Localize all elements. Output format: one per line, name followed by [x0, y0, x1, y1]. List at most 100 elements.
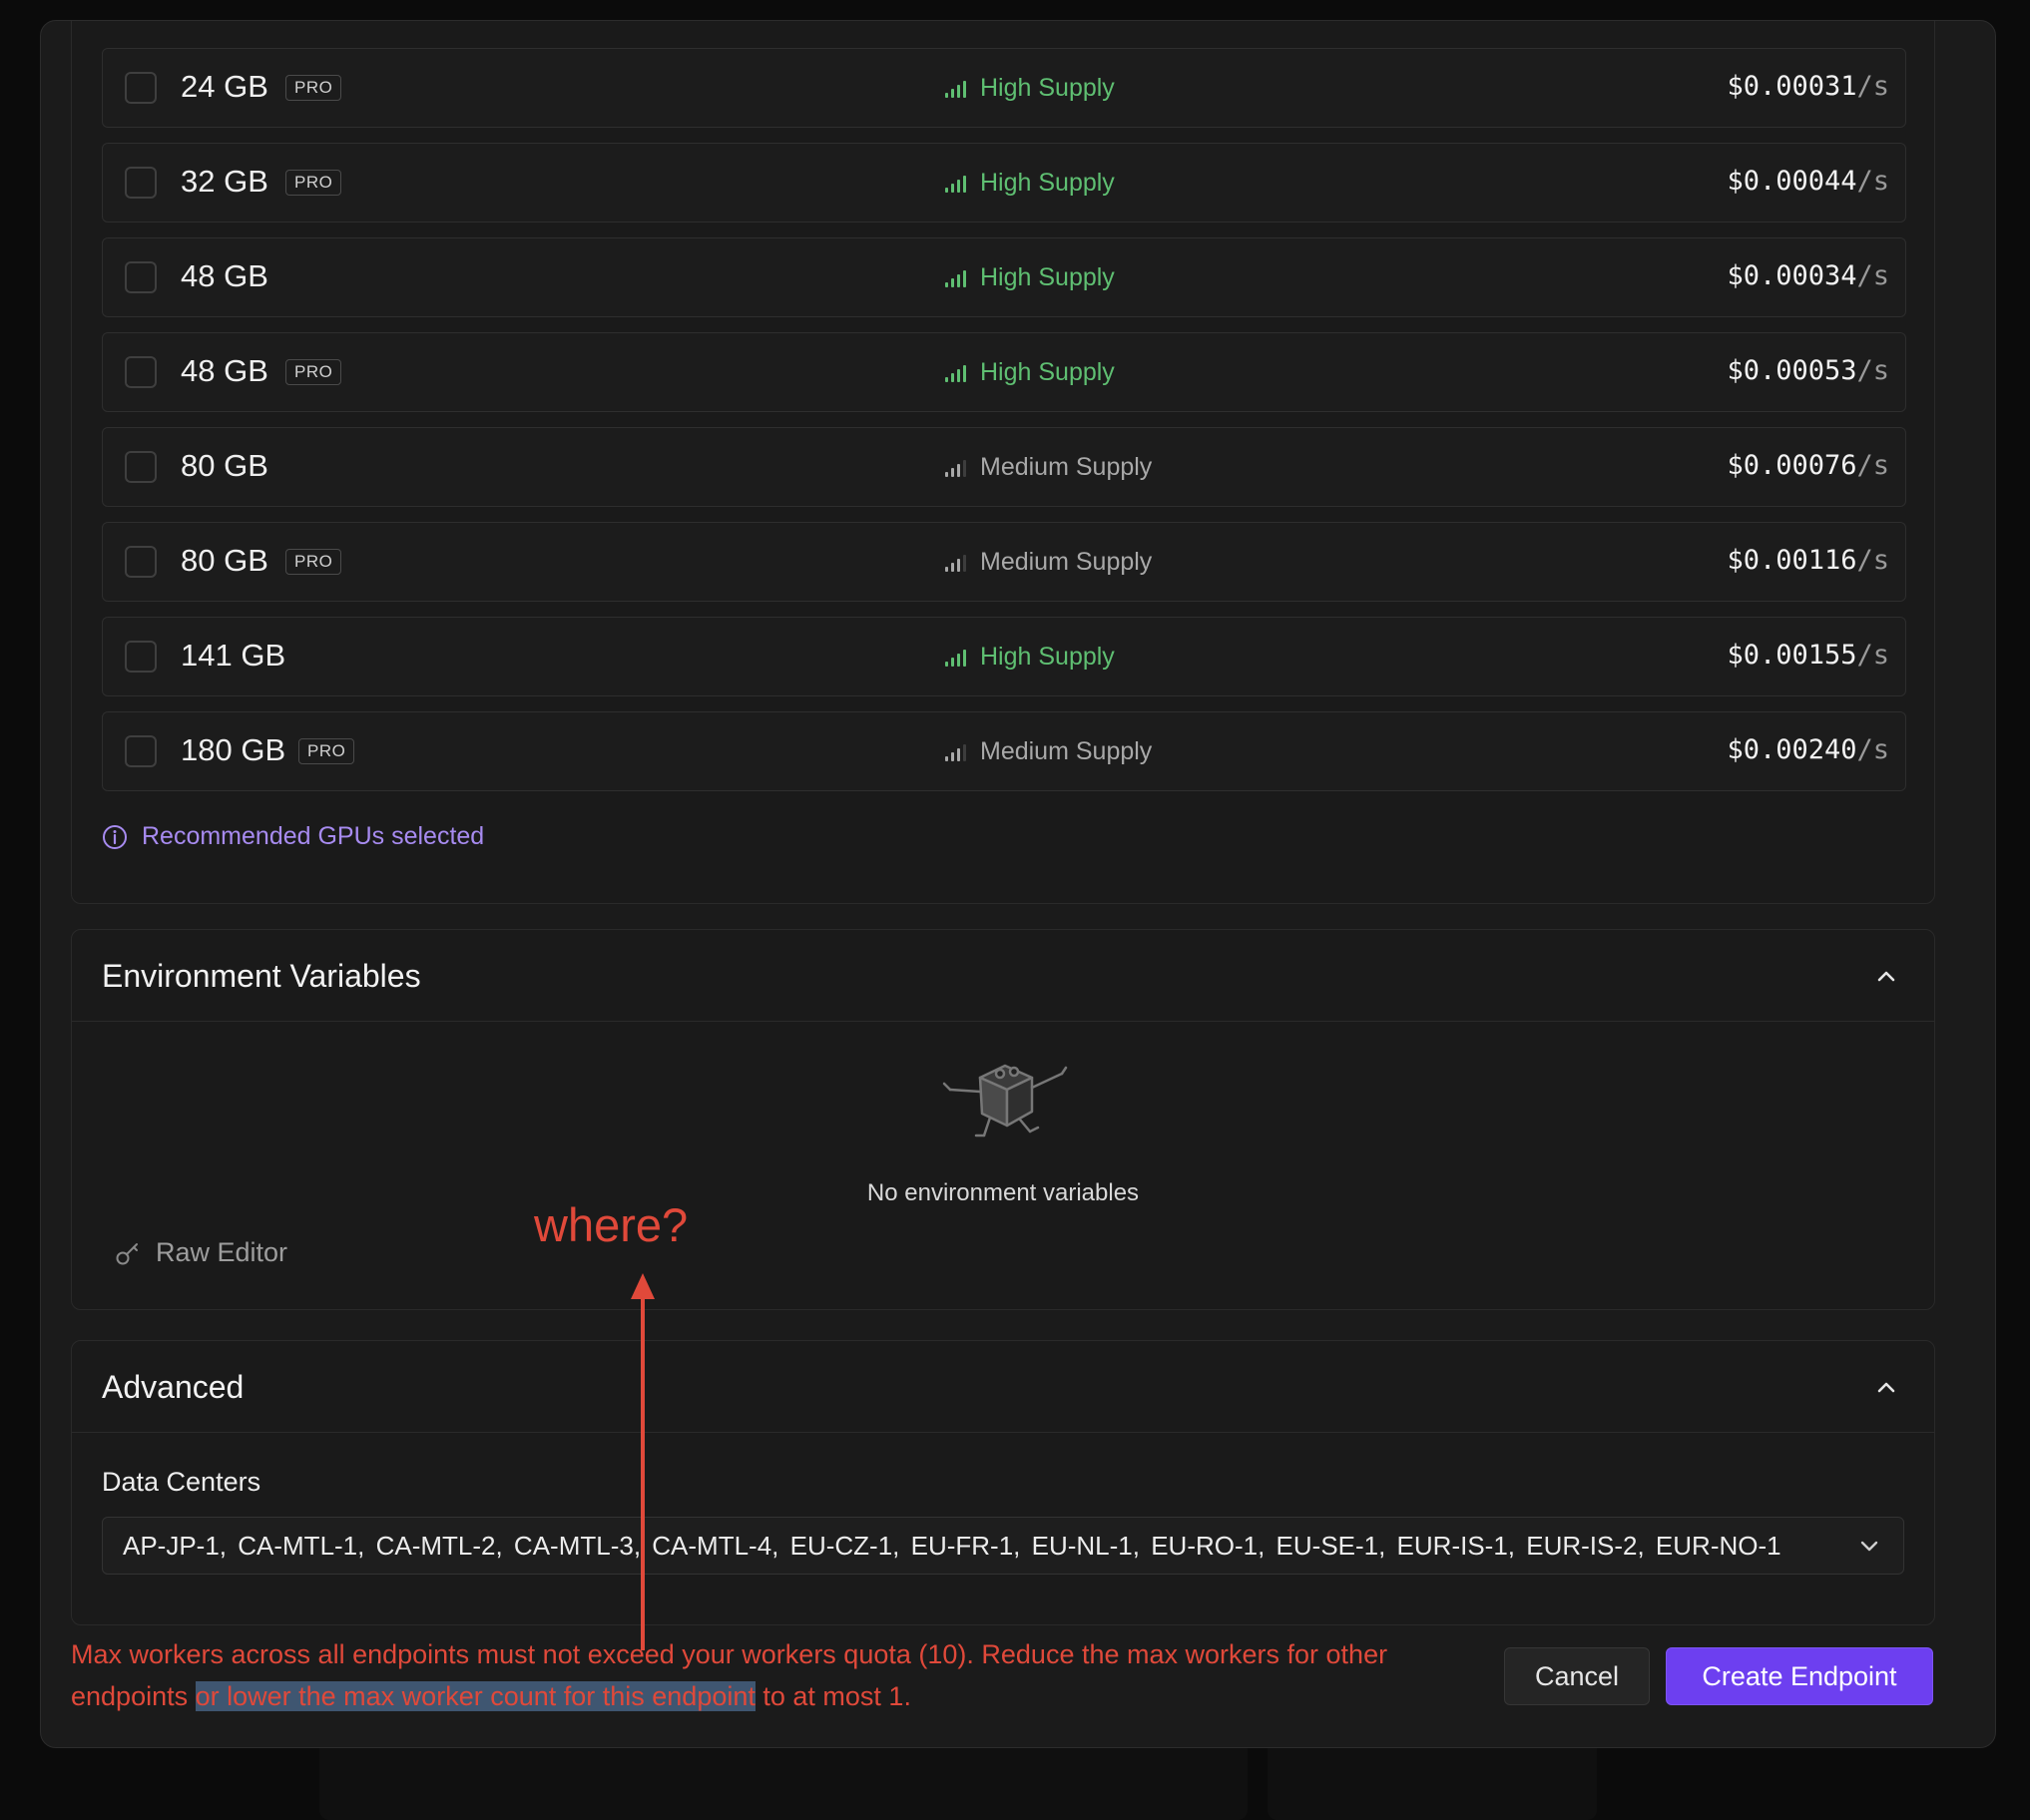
price-unit: /s — [1856, 166, 1889, 197]
gpu-price: $0.00031/s — [1727, 71, 1889, 102]
raw-editor-label: Raw Editor — [156, 1237, 288, 1267]
gpu-checkbox[interactable] — [125, 641, 157, 673]
supply-label: Medium Supply — [980, 547, 1153, 576]
signal-bars-icon — [945, 555, 966, 572]
gpu-checkbox[interactable] — [125, 72, 157, 104]
price-value: $0.00031 — [1727, 71, 1857, 102]
gpu-row[interactable]: 48 GB PRO High Supply $0.00053/s — [102, 332, 1906, 412]
gpu-price: $0.00240/s — [1727, 734, 1889, 765]
supply-indicator: High Supply — [944, 71, 1115, 105]
gpu-price: $0.00044/s — [1727, 166, 1889, 197]
gpu-checkbox[interactable] — [125, 735, 157, 767]
price-value: $0.00076 — [1727, 450, 1857, 481]
error-text: to at most 1. — [755, 1681, 911, 1711]
chevron-up-icon[interactable] — [1874, 964, 1898, 988]
gpu-row[interactable]: 48 GB High Supply $0.00034/s — [102, 237, 1906, 317]
signal-bars-icon — [945, 81, 966, 98]
gpu-memory: 48 GB — [181, 258, 268, 293]
advanced-header[interactable]: Advanced — [72, 1341, 1934, 1433]
empty-state-text: No environment variables — [866, 1179, 1140, 1206]
supply-label: High Supply — [980, 642, 1115, 671]
gpu-memory: 32 GB — [181, 164, 268, 199]
error-message: Max workers across all endpoints must no… — [71, 1633, 1508, 1717]
pro-badge: PRO — [298, 738, 355, 764]
backdrop-panel — [1268, 1736, 1597, 1820]
supply-label: High Supply — [980, 73, 1115, 102]
gpu-checkbox[interactable] — [125, 546, 157, 578]
gpu-price: $0.00034/s — [1727, 260, 1889, 291]
recommendation-note: Recommended GPUs selected — [102, 822, 484, 851]
signal-bars-icon — [945, 650, 966, 667]
data-centers-value: AP-JP-1, CA-MTL-1, CA-MTL-2, CA-MTL-3, C… — [123, 1531, 1781, 1561]
empty-box-illustration-icon — [942, 1064, 1068, 1138]
gpu-price: $0.00053/s — [1727, 355, 1889, 386]
gpu-row[interactable]: 180 GB PRO Medium Supply $0.00240/s — [102, 711, 1906, 791]
signal-bars-icon — [945, 270, 966, 287]
supply-indicator: High Supply — [944, 355, 1115, 389]
info-icon — [103, 824, 127, 849]
gpu-row[interactable]: 32 GB PRO High Supply $0.00044/s — [102, 143, 1906, 223]
supply-indicator: High Supply — [944, 640, 1115, 674]
create-endpoint-modal: 24 GB PRO High Supply $0.00031/s 32 GB PRO Hig… — [40, 20, 1996, 1748]
gpu-memory: 80 GB — [181, 543, 268, 578]
error-text-highlighted: or lower the max worker count for this e… — [195, 1681, 756, 1711]
price-unit: /s — [1856, 355, 1889, 386]
price-unit: /s — [1856, 260, 1889, 291]
supply-indicator: Medium Supply — [944, 545, 1152, 579]
gpu-memory: 48 GB — [181, 353, 268, 388]
pro-badge: PRO — [285, 359, 342, 385]
gpu-row[interactable]: 141 GB High Supply $0.00155/s — [102, 617, 1906, 696]
recommendation-text: Recommended GPUs selected — [142, 822, 485, 850]
key-icon — [116, 1242, 138, 1264]
supply-indicator: Medium Supply — [944, 734, 1152, 768]
gpu-price: $0.00076/s — [1727, 450, 1889, 481]
signal-bars-icon — [945, 460, 966, 477]
data-centers-label: Data Centers — [102, 1467, 261, 1497]
price-value: $0.00034 — [1727, 260, 1857, 291]
gpu-row[interactable]: 24 GB PRO High Supply $0.00031/s — [102, 48, 1906, 128]
gpu-memory: 180 GB — [181, 732, 286, 767]
environment-variables-section: Environment Variables No environment var… — [71, 929, 1935, 1310]
signal-bars-icon — [945, 365, 966, 382]
create-endpoint-button[interactable]: Create Endpoint — [1666, 1647, 1933, 1705]
price-unit: /s — [1856, 640, 1889, 671]
price-value: $0.00240 — [1727, 734, 1857, 765]
pro-badge: PRO — [285, 75, 342, 101]
gpu-row[interactable]: 80 GB Medium Supply $0.00076/s — [102, 427, 1906, 507]
price-value: $0.00116 — [1727, 545, 1857, 576]
chevron-down-icon[interactable] — [1857, 1536, 1881, 1558]
gpu-checkbox[interactable] — [125, 451, 157, 483]
supply-indicator: High Supply — [944, 166, 1115, 200]
gpu-checkbox[interactable] — [125, 356, 157, 388]
signal-bars-icon — [945, 744, 966, 761]
price-value: $0.00044 — [1727, 166, 1857, 197]
signal-bars-icon — [945, 176, 966, 193]
gpu-row[interactable]: 80 GB PRO Medium Supply $0.00116/s — [102, 522, 1906, 602]
gpu-selection-section: 24 GB PRO High Supply $0.00031/s 32 GB PRO Hig… — [71, 21, 1935, 904]
chevron-up-icon[interactable] — [1874, 1375, 1898, 1399]
gpu-memory: 24 GB — [181, 69, 268, 104]
gpu-checkbox[interactable] — [125, 167, 157, 199]
supply-indicator: Medium Supply — [944, 450, 1152, 484]
supply-label: Medium Supply — [980, 736, 1153, 765]
supply-label: High Supply — [980, 262, 1115, 291]
section-title: Advanced — [102, 1369, 245, 1405]
raw-editor-button[interactable]: Raw Editor — [114, 1237, 287, 1268]
price-unit: /s — [1856, 545, 1889, 576]
gpu-memory: 80 GB — [181, 448, 268, 483]
annotation-arrow-icon — [631, 1273, 655, 1650]
pro-badge: PRO — [285, 170, 342, 196]
supply-label: High Supply — [980, 357, 1115, 386]
gpu-checkbox[interactable] — [125, 261, 157, 293]
environment-variables-header[interactable]: Environment Variables — [72, 930, 1934, 1022]
section-title: Environment Variables — [102, 958, 421, 994]
data-centers-select[interactable]: AP-JP-1, CA-MTL-1, CA-MTL-2, CA-MTL-3, C… — [102, 1517, 1904, 1575]
gpu-memory: 141 GB — [181, 638, 286, 673]
pro-badge: PRO — [285, 549, 342, 575]
supply-indicator: High Supply — [944, 260, 1115, 294]
cancel-button[interactable]: Cancel — [1504, 1647, 1650, 1705]
price-unit: /s — [1856, 734, 1889, 765]
price-unit: /s — [1856, 71, 1889, 102]
gpu-price: $0.00155/s — [1727, 640, 1889, 671]
supply-label: Medium Supply — [980, 452, 1153, 481]
